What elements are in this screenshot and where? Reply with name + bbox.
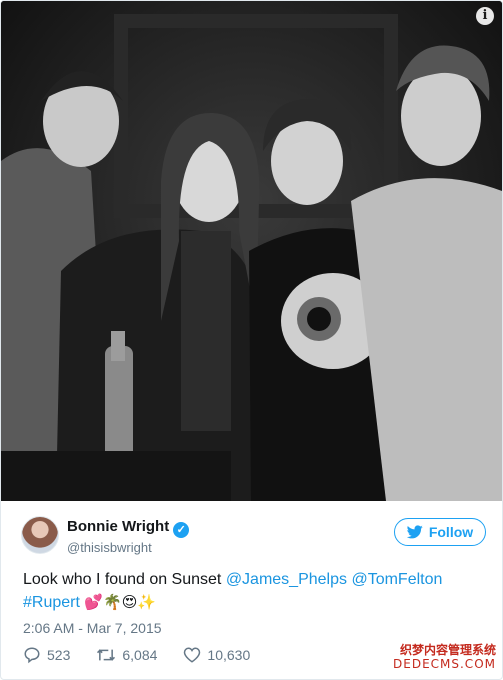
watermark-line-1: 织梦内容管理系统 [399,643,496,657]
retweet-button[interactable]: 6,084 [96,646,157,664]
author-name[interactable]: Bonnie Wright [67,518,169,535]
mention-tom-felton[interactable]: @TomFelton [351,571,442,588]
reply-count: 523 [47,647,71,663]
follow-button[interactable]: Follow [394,518,486,546]
like-count: 10,630 [207,647,251,663]
reply-icon [24,647,40,664]
retweet-count: 6,084 [122,647,158,663]
reply-button[interactable]: 523 [23,646,70,664]
twitter-bird-icon [406,525,423,539]
like-button[interactable]: 10,630 [183,646,250,664]
tweet-text-body: Look who I found on Sunset [23,571,226,588]
tweet-actions: 523 6,084 10,630 [23,646,250,664]
tweet-timestamp[interactable]: 2:06 AM - Mar 7, 2015 [23,620,162,636]
mention-james-phelps[interactable]: @James_Phelps [226,571,347,588]
avatar[interactable] [21,516,59,554]
author-name-row[interactable]: Bonnie Wright ✓ [67,518,190,538]
hashtag-rupert[interactable]: #Rupert [23,594,80,611]
watermark-line-2: DEDECMS.COM [393,657,496,671]
heart-icon [184,647,201,663]
info-icon[interactable]: i [476,7,494,25]
tweet-header: Bonnie Wright ✓ @thisisbwright Follow [21,516,486,556]
watermark: 织梦内容管理系统 DEDECMS.COM [393,643,496,671]
author-handle[interactable]: @thisisbwright [67,540,152,555]
follow-label: Follow [428,524,474,540]
tweet-text: Look who I found on Sunset @James_Phelps… [23,569,483,614]
tweet-emojis: 💕🌴😍✨ [84,593,157,611]
tweet-card: i Bonnie Wright ✓ @thisisbwright Follow L… [0,0,503,680]
tweet-photo[interactable]: i [1,1,502,501]
retweet-icon [97,649,116,661]
verified-badge-icon: ✓ [173,522,190,538]
group-photo-image [1,1,502,501]
